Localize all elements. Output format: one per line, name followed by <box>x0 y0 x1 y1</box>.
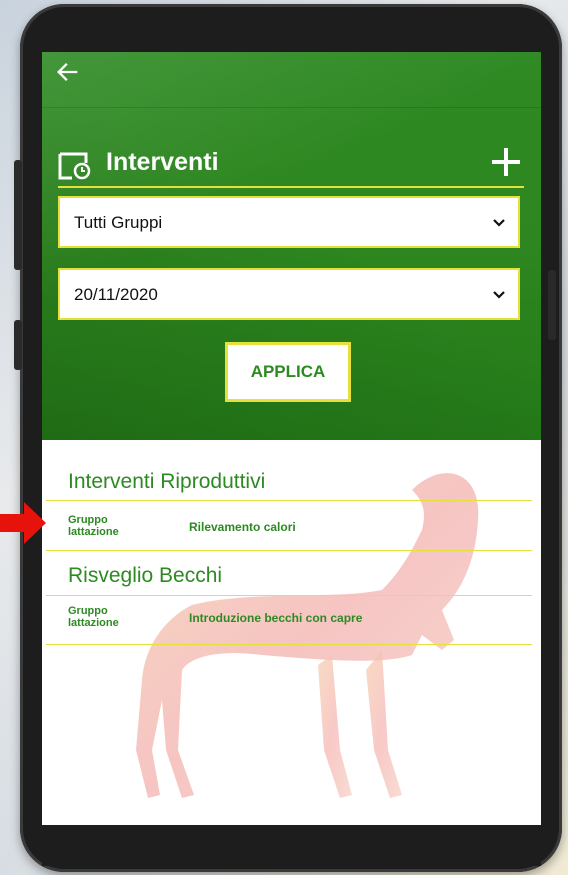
row-group: Gruppo lattazione <box>68 605 119 629</box>
power-button <box>14 320 22 370</box>
list-item[interactable]: Gruppo lattazione Rilevamento calori <box>68 514 528 550</box>
chevron-down-icon <box>493 219 505 227</box>
section-title: Risveglio Becchi <box>68 564 223 587</box>
plus-icon[interactable] <box>488 144 524 180</box>
date-select-value: 20/11/2020 <box>74 285 158 304</box>
side-button-right <box>548 270 556 340</box>
arrow-left-icon[interactable] <box>54 58 82 86</box>
divider <box>46 644 532 645</box>
arrow-right-icon <box>0 502 46 544</box>
page-title: Interventi <box>106 148 219 176</box>
phone-bottom-bezel <box>42 826 541 866</box>
divider <box>46 500 532 501</box>
calendar-clock-icon <box>58 152 91 180</box>
list-item[interactable]: Gruppo lattazione Introduzione becchi co… <box>68 605 528 641</box>
title-row: Interventi <box>58 144 524 188</box>
apply-button[interactable]: APPLICA <box>225 342 351 402</box>
divider <box>46 595 532 596</box>
app-bar <box>42 52 541 108</box>
section-title: Interventi Riproduttivi <box>68 470 266 493</box>
divider <box>46 550 532 551</box>
app-screen: Interventi Tutti Gruppi 20/11/2020 APPLI… <box>42 52 541 825</box>
row-description: Rilevamento calori <box>189 520 296 534</box>
volume-button <box>14 160 22 270</box>
header-panel: Interventi Tutti Gruppi 20/11/2020 APPLI… <box>42 52 541 440</box>
chevron-down-icon <box>493 291 505 299</box>
interventions-list: Interventi Riproduttivi Gruppo lattazion… <box>42 440 541 825</box>
row-description: Introduzione becchi con capre <box>189 611 363 625</box>
date-select[interactable]: 20/11/2020 <box>58 268 520 320</box>
row-group: Gruppo lattazione <box>68 514 119 538</box>
group-select[interactable]: Tutti Gruppi <box>58 196 520 248</box>
group-select-value: Tutti Gruppi <box>74 213 163 232</box>
